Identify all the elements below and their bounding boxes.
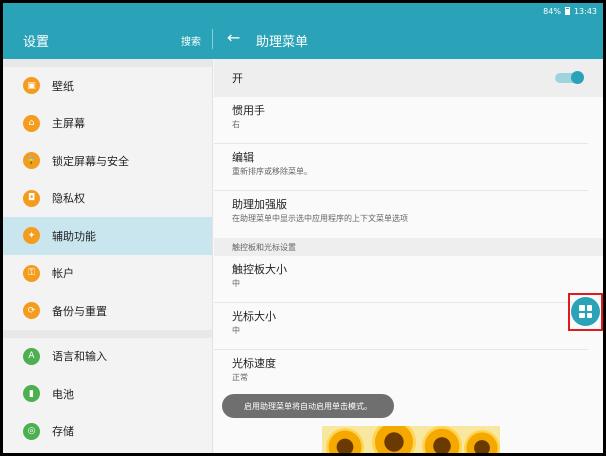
- sidebar-item[interactable]: ⟳ 备份与重置: [3, 292, 212, 330]
- sidebar-item[interactable]: ⚿ 帐户: [3, 255, 212, 293]
- sidebar-item-label: 备份与重置: [52, 304, 107, 318]
- sidebar-item[interactable]: ▮ 电池: [3, 375, 212, 413]
- sidebar-item-label: 存储: [52, 425, 74, 439]
- home-icon: ⌂: [23, 114, 40, 132]
- assistant-menu-button[interactable]: [571, 297, 600, 326]
- sidebar-item-label: 隐私权: [52, 192, 85, 206]
- sidebar-item-label: 语言和输入: [52, 350, 107, 364]
- sidebar-item-label: 辅助功能: [52, 229, 96, 243]
- sidebar-item[interactable]: A 语言和输入: [3, 338, 212, 376]
- setting-row[interactable]: 光标大小中: [214, 303, 588, 350]
- back-arrow-icon[interactable]: ←: [227, 28, 240, 47]
- clock: 13:43: [573, 6, 597, 16]
- sidebar-item[interactable]: ✦ 辅助功能: [3, 217, 212, 255]
- setting-subtitle: 正常: [232, 373, 248, 382]
- setting-title: 助理加强版: [232, 198, 287, 211]
- group-divider: [3, 329, 212, 338]
- setting-row[interactable]: 助理加强版在助理菜单中显示选中应用程序的上下文菜单选项: [214, 191, 588, 238]
- key-icon: ⚿: [23, 264, 40, 282]
- accessibility-icon: ✦: [23, 227, 40, 245]
- search-button[interactable]: 搜索: [181, 33, 201, 48]
- setting-title: 编辑: [232, 151, 254, 164]
- setting-row[interactable]: 编辑重新排序或移除菜单。: [214, 144, 588, 191]
- battery-icon: ▮: [23, 385, 40, 403]
- storage-icon: ◎: [23, 422, 40, 440]
- sidebar-item[interactable]: ◘ 隐私权: [3, 180, 212, 218]
- battery-icon: [564, 7, 570, 15]
- setting-row[interactable]: 惯用手右: [214, 97, 588, 144]
- master-switch-label: 开: [232, 72, 243, 85]
- sidebar-item-label: 锁定屏幕与安全: [52, 154, 129, 168]
- assistant-menu-panel: 开 惯用手右编辑重新排序或移除菜单。助理加强版在助理菜单中显示选中应用程序的上下…: [214, 59, 603, 453]
- grid-icon: [579, 305, 592, 318]
- page-title: 助理菜单: [256, 35, 309, 50]
- master-switch-row[interactable]: 开: [214, 59, 603, 97]
- setting-row[interactable]: 光标速度 正常: [214, 350, 588, 397]
- preview-image: [322, 426, 500, 453]
- setting-subtitle: 右: [232, 120, 240, 129]
- privacy-icon: ◘: [23, 189, 40, 207]
- sidebar-item[interactable]: ◎ 存储: [3, 413, 212, 451]
- language-icon: A: [23, 347, 40, 365]
- backup-icon: ⟳: [23, 302, 40, 320]
- master-toggle[interactable]: [555, 71, 584, 84]
- sidebar-item[interactable]: ▣ 壁纸: [3, 67, 212, 105]
- setting-subtitle: 中: [232, 279, 240, 288]
- setting-subtitle: 重新排序或移除菜单。: [232, 167, 312, 176]
- sidebar-item-label: 帐户: [52, 267, 74, 281]
- setting-title: 惯用手: [232, 104, 265, 117]
- app-bar: 设置 搜索 ← 助理菜单: [3, 19, 603, 59]
- wallpaper-icon: ▣: [23, 77, 40, 95]
- sidebar-item[interactable]: ⌂ 主屏幕: [3, 105, 212, 143]
- setting-row[interactable]: 触控板大小中: [214, 256, 588, 303]
- sidebar-item-label: 壁纸: [52, 79, 74, 93]
- toggle-knob: [571, 71, 584, 84]
- toast-message: 启用助理菜单将自动启用单击模式。: [222, 394, 394, 418]
- setting-title: 触控板大小: [232, 263, 287, 276]
- setting-subtitle: 在助理菜单中显示选中应用程序的上下文菜单选项: [232, 214, 408, 223]
- battery-percent: 84%: [543, 6, 561, 16]
- screen: 84% 13:43 设置 搜索 ← 助理菜单 ▣ 壁纸 ⌂ 主屏幕 🔒 锁定屏幕与安全 ◘ 隐…: [3, 3, 603, 453]
- sidebar-item-label: 电池: [52, 387, 74, 401]
- setting-title: 光标速度: [232, 357, 276, 370]
- lock-icon: 🔒: [23, 152, 40, 170]
- sidebar-item-label: 主屏幕: [52, 117, 85, 131]
- group-divider: [3, 59, 212, 67]
- settings-title: 设置: [23, 35, 50, 50]
- setting-title: 光标大小: [232, 310, 276, 323]
- section-header: 触控板和光标设置: [214, 238, 603, 256]
- appbar-divider: [212, 29, 213, 49]
- setting-subtitle: 中: [232, 326, 240, 335]
- sidebar-item[interactable]: 🔒 锁定屏幕与安全: [3, 142, 212, 180]
- status-bar: 84% 13:43: [3, 3, 603, 19]
- settings-sidebar: ▣ 壁纸 ⌂ 主屏幕 🔒 锁定屏幕与安全 ◘ 隐私权 ✦ 辅助功能 ⚿ 帐户 ⟳ 备份与重置 A 语言和输入 ▮…: [3, 59, 213, 453]
